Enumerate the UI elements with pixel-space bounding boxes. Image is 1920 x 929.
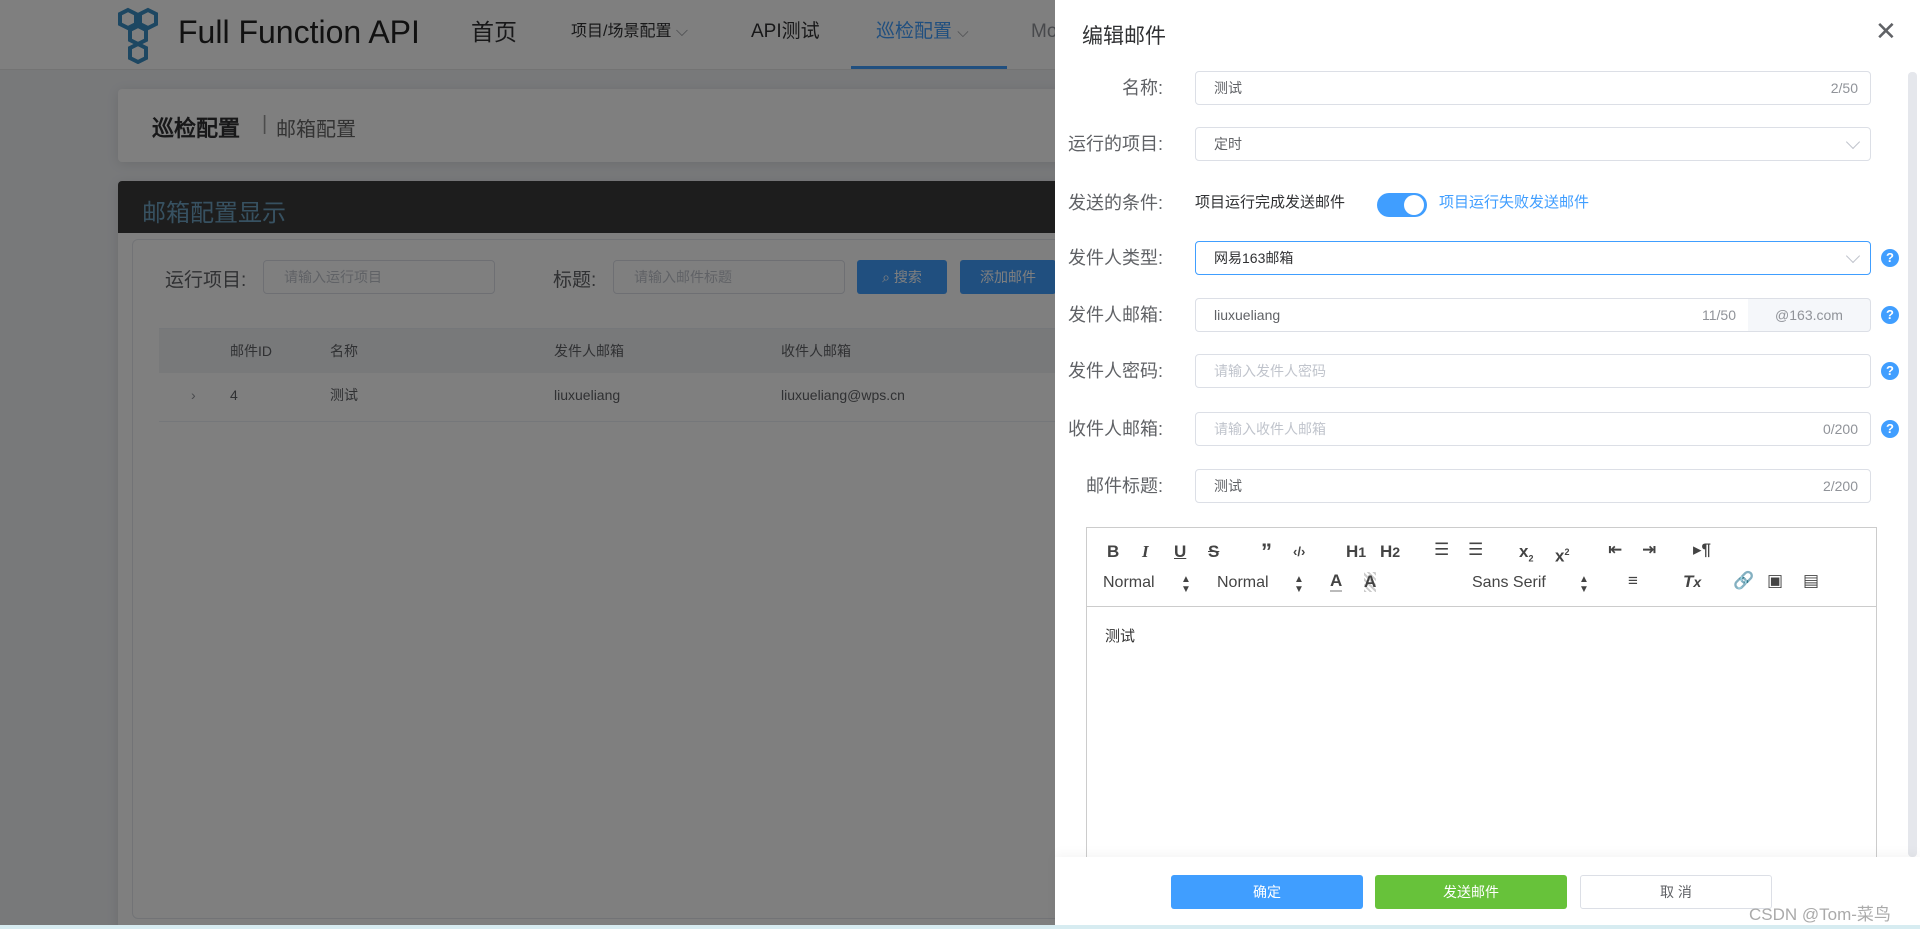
select-arrows-icon: ▲ ▼ <box>1181 574 1191 595</box>
receiver-email-label: 收件人邮箱: <box>1067 419 1163 439</box>
editor-content[interactable]: 测试 <box>1105 625 1135 646</box>
name-input[interactable]: 测试 2/50 <box>1195 71 1871 105</box>
email-suffix: @163.com <box>1748 298 1871 332</box>
subject-input[interactable]: 测试 2/200 <box>1195 469 1871 503</box>
clean-format-icon[interactable]: Tx <box>1683 572 1701 593</box>
ordered-list-icon[interactable]: ☰ <box>1434 540 1449 560</box>
video-icon[interactable]: ▤ <box>1803 571 1819 591</box>
bullet-list-icon[interactable]: ☰ <box>1468 540 1483 560</box>
name-value: 测试 <box>1214 80 1242 96</box>
code-block-icon[interactable]: ‹/› <box>1293 542 1305 562</box>
project-select[interactable]: 定时 <box>1195 127 1871 161</box>
underline-icon[interactable]: U <box>1174 542 1186 562</box>
editor-toolbar: B I U S ” ‹/› H1 H2 ☰ ☰ x2 x2 ⇤ ⇥ ▸¶ Nor… <box>1087 528 1876 607</box>
font-select[interactable]: Sans Serif <box>1472 573 1546 593</box>
link-icon[interactable]: 🔗 <box>1733 571 1754 591</box>
rtl-direction-icon[interactable]: ▸¶ <box>1693 540 1711 560</box>
align-icon[interactable]: ≡ <box>1628 571 1638 591</box>
chevron-down-icon <box>1845 134 1861 150</box>
confirm-button[interactable]: 确定 <box>1171 875 1363 909</box>
outdent-icon[interactable]: ⇤ <box>1608 540 1622 560</box>
subject-count: 2/200 <box>1822 478 1858 494</box>
h1-icon[interactable]: H1 <box>1346 542 1366 563</box>
scrollbar[interactable] <box>1908 72 1917 857</box>
h2-icon[interactable]: H2 <box>1380 542 1400 563</box>
name-count: 2/50 <box>1830 80 1858 96</box>
receiver-placeholder: 请输入收件人邮箱 <box>1214 421 1326 437</box>
watermark: CSDN @Tom-菜鸟 <box>1749 905 1891 924</box>
chevron-down-icon <box>1845 248 1861 264</box>
sender-type-select[interactable]: 网易163邮箱 <box>1195 241 1871 275</box>
subject-value: 测试 <box>1214 478 1242 494</box>
project-label: 运行的项目: <box>1067 134 1163 154</box>
receiver-count: 0/200 <box>1822 421 1858 437</box>
help-icon[interactable]: ? <box>1881 362 1899 380</box>
text-color-icon[interactable]: A <box>1330 572 1343 592</box>
sender-password-label: 发件人密码: <box>1067 361 1163 381</box>
sender-email-value: liuxueliang <box>1214 307 1281 323</box>
condition-off-text: 项目运行完成发送邮件 <box>1195 194 1346 211</box>
indent-icon[interactable]: ⇥ <box>1642 540 1656 560</box>
select-arrows-icon: ▲ ▼ <box>1579 574 1589 595</box>
header-select[interactable]: Normal <box>1103 573 1155 593</box>
strike-icon[interactable]: S <box>1208 542 1219 562</box>
sender-email-input[interactable]: liuxueliang 11/50 <box>1195 298 1749 332</box>
italic-icon[interactable]: I <box>1142 542 1149 562</box>
sender-password-input[interactable]: 请输入发件人密码 <box>1195 354 1871 388</box>
receiver-email-input[interactable]: 请输入收件人邮箱 0/200 <box>1195 412 1871 446</box>
send-mail-button[interactable]: 发送邮件 <box>1375 875 1567 909</box>
cancel-button[interactable]: 取 消 <box>1580 875 1772 909</box>
condition-on-text: 项目运行失败发送邮件 <box>1439 194 1590 211</box>
sender-email-label: 发件人邮箱: <box>1067 305 1163 325</box>
sender-type-label: 发件人类型: <box>1067 248 1163 268</box>
size-select[interactable]: Normal <box>1217 573 1269 593</box>
image-icon[interactable]: ▣ <box>1767 571 1783 591</box>
sender-email-count: 11/50 <box>1702 307 1736 323</box>
superscript-icon[interactable]: x2 <box>1555 542 1569 567</box>
toggle-knob <box>1404 195 1424 215</box>
help-icon[interactable]: ? <box>1881 420 1899 438</box>
help-icon[interactable]: ? <box>1881 306 1899 324</box>
condition-toggle[interactable] <box>1377 193 1427 217</box>
blockquote-icon[interactable]: ” <box>1261 541 1272 563</box>
subscript-icon[interactable]: x2 <box>1519 542 1533 568</box>
close-icon[interactable]: ✕ <box>1875 16 1897 46</box>
condition-label: 发送的条件: <box>1067 193 1163 213</box>
select-arrows-icon: ▲ ▼ <box>1294 574 1304 595</box>
edit-mail-drawer: 编辑邮件 ✕ 名称: 测试 2/50 运行的项目: 定时 发送的条件: 项目运行完… <box>1055 0 1920 929</box>
name-label: 名称: <box>1121 78 1163 98</box>
bold-icon[interactable]: B <box>1107 542 1119 562</box>
drawer-title: 编辑邮件 <box>1082 25 1166 48</box>
help-icon[interactable]: ? <box>1881 249 1899 267</box>
subject-label: 邮件标题: <box>1085 476 1163 496</box>
sender-type-value: 网易163邮箱 <box>1214 250 1294 266</box>
background-color-icon[interactable]: A <box>1364 572 1377 592</box>
project-value: 定时 <box>1214 136 1242 152</box>
bottom-strip <box>0 925 1920 929</box>
